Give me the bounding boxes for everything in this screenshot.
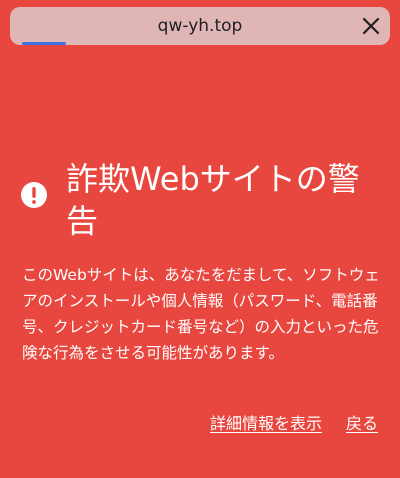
page-load-progress bbox=[22, 42, 66, 45]
warning-actions: 詳細情報を表示 戻る bbox=[210, 410, 378, 434]
show-details-link[interactable]: 詳細情報を表示 bbox=[210, 410, 322, 434]
go-back-link[interactable]: 戻る bbox=[346, 410, 378, 434]
close-button[interactable] bbox=[356, 11, 386, 41]
exclamation-circle-icon bbox=[21, 182, 47, 208]
close-icon bbox=[362, 17, 380, 35]
browser-top-bar: qw-yh.top bbox=[0, 0, 400, 53]
warning-title: 詐欺Webサイトの警告 bbox=[66, 160, 360, 240]
url-bar[interactable]: qw-yh.top bbox=[10, 7, 390, 45]
url-text: qw-yh.top bbox=[157, 16, 243, 36]
phishing-warning-page: qw-yh.top 詐欺Webサイトの警告 このWebサイトは、あなたをだまして… bbox=[0, 0, 400, 478]
warning-description: このWebサイトは、あなたをだまして、ソフトウェアのインストールや個人情報（パス… bbox=[22, 266, 380, 362]
